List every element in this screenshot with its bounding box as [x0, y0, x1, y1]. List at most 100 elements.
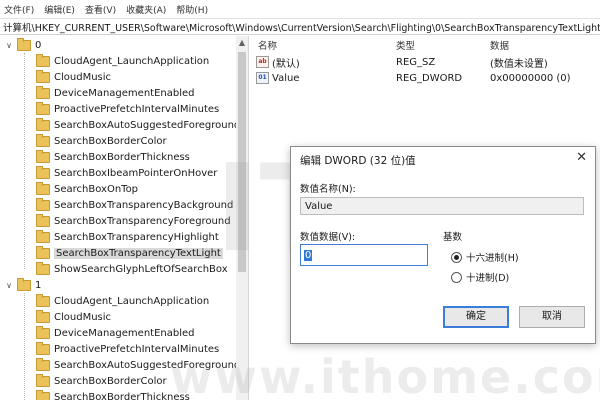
folder-icon: [36, 69, 50, 83]
tree-item[interactable]: SearchBoxTransparencyForeground: [36, 213, 231, 229]
tree-item-label: 0: [35, 39, 42, 51]
value-data-input[interactable]: 0: [300, 244, 428, 266]
tree-item[interactable]: SearchBoxTransparencyTextLight: [36, 245, 223, 261]
folder-icon: [36, 261, 50, 275]
tree-item[interactable]: SearchBoxIbeamPointerOnHover: [36, 165, 217, 181]
tree-item[interactable]: SearchBoxAutoSuggestedForegroundCo: [36, 357, 237, 373]
column-name-header[interactable]: 名称: [258, 38, 277, 52]
tree-item[interactable]: CloudAgent_LaunchApplication: [36, 293, 209, 309]
tree-item[interactable]: DeviceManagementEnabled: [36, 325, 194, 341]
tree-item-label: SearchBoxAutoSuggestedForegroundCo: [54, 359, 237, 371]
edit-dword-dialog: 编辑 DWORD (32 位)值 ✕ 数值名称(N): Value 数值数据(V…: [290, 146, 596, 344]
tree-item-label: SearchBoxTransparencyForeground: [54, 215, 231, 227]
value-name-field[interactable]: Value: [300, 197, 584, 215]
folder-icon: [36, 85, 50, 99]
scroll-thumb[interactable]: [238, 52, 246, 272]
tree-item[interactable]: SearchBoxBorderThickness: [36, 149, 190, 165]
cancel-button[interactable]: 取消: [519, 306, 585, 328]
tree-item-label: CloudMusic: [54, 71, 112, 83]
address-path: 计算机\HKEY_CURRENT_USER\Software\Microsoft…: [3, 22, 600, 34]
tree-item[interactable]: SearchBoxBorderColor: [36, 133, 167, 149]
folder-icon: [36, 309, 50, 323]
radio-hexadecimal[interactable]: 十六进制(H): [451, 250, 519, 264]
tree-item-label: SearchBoxBorderColor: [54, 375, 167, 387]
tree-item[interactable]: ProactivePrefetchIntervalMinutes: [36, 341, 219, 357]
folder-icon: [36, 181, 50, 195]
tree-item[interactable]: SearchBoxAutoSuggestedForegroundCo: [36, 117, 237, 133]
tree-item-label: SearchBoxTransparencyHighlight: [54, 231, 219, 243]
tree-item[interactable]: SearchBoxBorderThickness: [36, 389, 190, 400]
chevron-down-icon[interactable]: ∨: [4, 41, 14, 50]
folder-icon: [36, 373, 50, 387]
menu-item[interactable]: 编辑(E): [44, 3, 75, 16]
value-data-label: 数值数据(V):: [300, 232, 356, 243]
tree-item-label: CloudAgent_LaunchApplication: [54, 295, 210, 307]
folder-icon: [17, 37, 31, 51]
tree-item-label: 1: [35, 279, 42, 291]
radio-dec-label: 十进制(D): [466, 273, 510, 284]
folder-icon: [36, 357, 50, 371]
tree-item[interactable]: SearchBoxBorderColor: [36, 373, 167, 389]
value-name: (默认): [272, 58, 300, 70]
dialog-title: 编辑 DWORD (32 位)值: [300, 155, 416, 167]
value-name-label: 数值名称(N):: [300, 184, 356, 195]
value-data: 0x00000000 (0): [490, 72, 571, 84]
folder-icon: [36, 197, 50, 211]
folder-icon: [36, 133, 50, 147]
tree-item-label: DeviceManagementEnabled: [54, 327, 195, 339]
value-type: REG_SZ: [396, 56, 436, 68]
tree-item[interactable]: SearchBoxTransparencyBackground: [36, 197, 233, 213]
value-row-value[interactable]: 01 Value: [256, 70, 299, 86]
tree-item-label: SearchBoxAutoSuggestedForegroundCo: [54, 119, 237, 131]
chevron-down-icon[interactable]: ∨: [4, 281, 14, 290]
tree-item[interactable]: SearchBoxOnTop: [36, 181, 138, 197]
folder-icon: [36, 213, 50, 227]
tree-guide-line: [24, 53, 25, 269]
tree-scrollbar[interactable]: ▲: [236, 36, 249, 400]
value-name: Value: [272, 72, 300, 84]
radio-selected-icon: [451, 251, 462, 263]
base-group-label: 基数: [443, 232, 463, 243]
tree-item[interactable]: CloudAgent_LaunchApplication: [36, 53, 209, 69]
tree-item[interactable]: ProactivePrefetchIntervalMinutes: [36, 101, 219, 117]
menu-item[interactable]: 文件(F): [4, 3, 34, 16]
tree-item[interactable]: DeviceManagementEnabled: [36, 85, 194, 101]
menu-item[interactable]: 帮助(H): [176, 3, 208, 16]
value-data-text: 0: [304, 249, 313, 261]
folder-icon: [36, 165, 50, 179]
tree-node-0[interactable]: ∨ 0: [4, 37, 41, 53]
tree-item-label: SearchBoxBorderColor: [54, 135, 167, 147]
string-value-icon: ab: [256, 56, 269, 68]
tree-item-label: SearchBoxIbeamPointerOnHover: [54, 167, 218, 179]
value-data: (数值未设置): [490, 58, 548, 70]
tree-item-label: SearchBoxOnTop: [54, 183, 139, 195]
folder-icon: [36, 229, 50, 243]
tree-item-label: SearchBoxTransparencyBackground: [54, 199, 234, 211]
folder-icon: [36, 245, 50, 259]
ok-button[interactable]: 确定: [443, 306, 509, 328]
tree-item[interactable]: CloudMusic: [36, 69, 111, 85]
tree-item[interactable]: CloudMusic: [36, 309, 111, 325]
menu-item[interactable]: 查看(V): [85, 3, 116, 16]
tree-item-label: SearchBoxBorderThickness: [54, 151, 190, 163]
menu-item[interactable]: 收藏夹(A): [126, 3, 166, 16]
radio-hex-label: 十六进制(H): [466, 253, 519, 264]
column-type-header[interactable]: 类型: [396, 38, 415, 52]
dword-value-icon: 01: [256, 72, 269, 84]
tree-item-label: ShowSearchGlyphLeftOfSearchBox: [54, 263, 228, 275]
folder-icon: [36, 101, 50, 115]
folder-icon: [36, 117, 50, 131]
tree-node-1[interactable]: ∨ 1: [4, 277, 41, 293]
tree-item-label: CloudAgent_LaunchApplication: [54, 55, 210, 67]
radio-decimal[interactable]: 十进制(D): [451, 270, 509, 284]
close-icon[interactable]: ✕: [576, 150, 587, 165]
column-data-header[interactable]: 数据: [490, 38, 509, 52]
tree-item[interactable]: ShowSearchGlyphLeftOfSearchBox: [36, 261, 228, 277]
tree-item-label: DeviceManagementEnabled: [54, 87, 195, 99]
value-row-default[interactable]: ab (默认): [256, 54, 300, 70]
address-bar[interactable]: 计算机\HKEY_CURRENT_USER\Software\Microsoft…: [0, 18, 600, 35]
menu-bar: 文件(F) 编辑(E) 查看(V) 收藏夹(A) 帮助(H): [0, 0, 600, 18]
tree-item-label: CloudMusic: [54, 311, 112, 323]
tree-item[interactable]: SearchBoxTransparencyHighlight: [36, 229, 219, 245]
scroll-up-icon[interactable]: ▲: [236, 38, 248, 47]
